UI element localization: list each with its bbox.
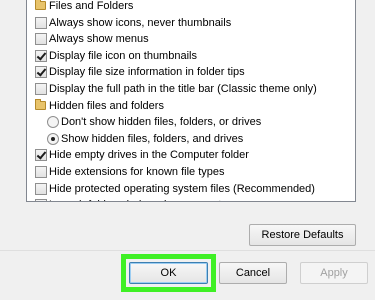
- option-label: Hide extensions for known file types: [49, 166, 225, 178]
- option-label: Launch folder windows in a separate proc…: [49, 197, 269, 201]
- checkbox[interactable]: [35, 33, 47, 46]
- option-label: Display the full path in the title bar (…: [49, 83, 317, 95]
- cancel-button[interactable]: Cancel: [219, 262, 287, 284]
- checkbox[interactable]: [35, 149, 47, 162]
- divider: [0, 250, 375, 251]
- option-label: Hidden files and folders: [49, 99, 164, 112]
- option-label: Display file icon on thumbnails: [49, 49, 197, 62]
- checkbox[interactable]: [35, 182, 47, 195]
- option-label: Files and Folders: [49, 0, 134, 12]
- option-label: Show hidden files, folders, and drives: [61, 132, 244, 145]
- option-label: Always show icons, never thumbnails: [49, 16, 232, 29]
- option-label: Display file size information in folder …: [49, 66, 245, 79]
- checkbox[interactable]: [35, 16, 47, 29]
- option-label: Hide protected operating system files (R…: [49, 182, 315, 195]
- option-label: Hide empty drives in the Computer folder: [49, 149, 249, 162]
- folder-icon: [35, 0, 46, 10]
- option-label: Always show menus: [49, 33, 149, 46]
- folder-options-dialog: Files and Folders Always show icons, neve…: [0, 0, 375, 300]
- checkbox[interactable]: [35, 199, 47, 201]
- checkbox[interactable]: [35, 83, 47, 95]
- advanced-settings-tree: Files and Folders Always show icons, neve…: [26, 0, 356, 202]
- checkbox[interactable]: [35, 49, 47, 62]
- apply-button[interactable]: Apply: [300, 262, 368, 284]
- radio-button[interactable]: [47, 116, 59, 129]
- option-label: Don't show hidden files, folders, or dri…: [61, 116, 262, 129]
- ok-button[interactable]: OK: [129, 262, 208, 284]
- restore-defaults-button[interactable]: Restore Defaults: [249, 224, 356, 246]
- checkbox[interactable]: [35, 66, 47, 79]
- folder-icon: [35, 98, 46, 110]
- radio-button[interactable]: [47, 132, 59, 145]
- checkbox[interactable]: [35, 166, 47, 178]
